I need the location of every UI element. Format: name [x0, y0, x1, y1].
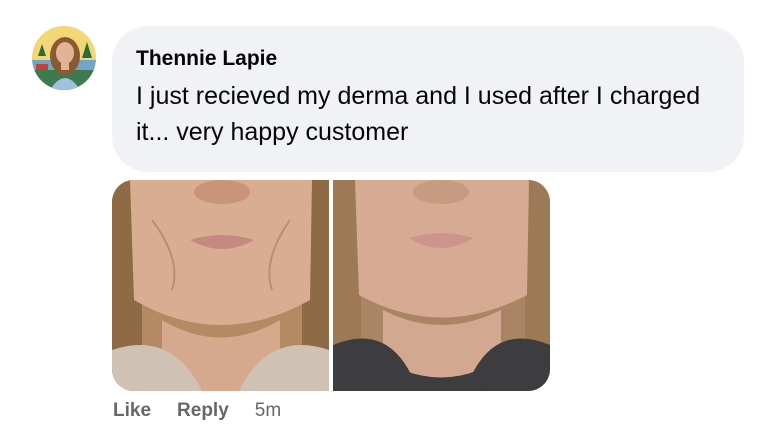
comment-bubble: Thennie Lapie I just recieved my derma a…	[112, 26, 744, 172]
comment-text: I just recieved my derma and I used afte…	[136, 82, 701, 146]
comment-actions: Like Reply 5m	[113, 398, 281, 424]
profile-avatar[interactable]	[32, 26, 96, 90]
profile-photo	[32, 26, 96, 90]
comment-photo-attachment	[112, 180, 550, 391]
before-photo[interactable]	[112, 180, 329, 391]
reply-button[interactable]: Reply	[177, 400, 229, 422]
comment-author[interactable]: Thennie Lapie	[136, 46, 277, 72]
like-button[interactable]: Like	[113, 400, 151, 422]
comment-timestamp[interactable]: 5m	[255, 400, 281, 422]
after-photo[interactable]	[333, 180, 550, 391]
